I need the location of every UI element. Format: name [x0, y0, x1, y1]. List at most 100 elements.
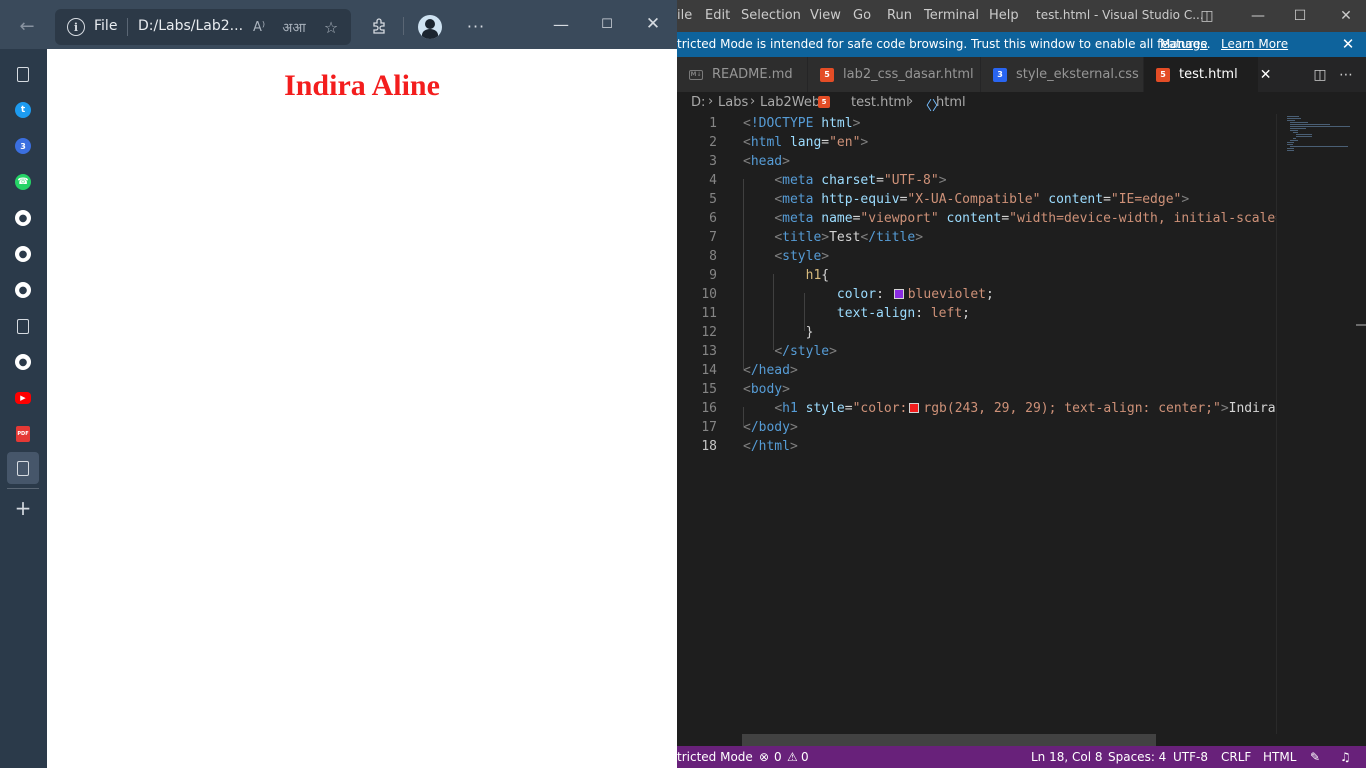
- youtube-icon[interactable]: ▶: [10, 385, 36, 411]
- address-separator: [127, 18, 128, 36]
- menu-file[interactable]: ile: [677, 8, 692, 23]
- tab-actions-icon[interactable]: [10, 61, 36, 87]
- feedback-icon[interactable]: ✎: [1310, 750, 1320, 764]
- minimap[interactable]: [1276, 114, 1356, 734]
- line-number: 5: [709, 192, 717, 207]
- browser-toolbar: ← i File D:/Labs/Lab2... A⁾ अआ ☆ ··· — ☐…: [0, 0, 677, 49]
- token: "viewport": [860, 211, 939, 226]
- minimize-icon[interactable]: —: [548, 12, 574, 36]
- breadcrumb-item[interactable]: html: [936, 95, 966, 110]
- page-viewport: Indira Aline: [47, 49, 677, 768]
- manage-link[interactable]: Manage: [1160, 37, 1208, 51]
- encoding[interactable]: UTF-8: [1173, 750, 1208, 764]
- maximize-icon[interactable]: ☐: [594, 12, 620, 36]
- horizontal-scrollbar-thumb[interactable]: [742, 734, 1156, 746]
- github-icon[interactable]: ●: [10, 205, 36, 231]
- tab-lab2-css-dasar[interactable]: 5 lab2_css_dasar.html: [808, 57, 981, 92]
- menu-run[interactable]: Run: [887, 8, 912, 23]
- code-line: <!DOCTYPE html>: [743, 116, 861, 131]
- close-tab-icon[interactable]: ✕: [1260, 67, 1272, 83]
- vertical-scrollbar[interactable]: [1356, 114, 1366, 734]
- token: left: [930, 306, 963, 321]
- messenger-icon[interactable]: 3: [10, 133, 36, 159]
- code-line: <meta name="viewport" content="width=dev…: [743, 209, 1276, 228]
- menu-edit[interactable]: Edit: [705, 8, 730, 23]
- github-icon[interactable]: ●: [10, 277, 36, 303]
- line-number: 7: [709, 230, 717, 245]
- close-icon[interactable]: ✕: [1334, 5, 1358, 27]
- tab-readme[interactable]: M↓ README.md: [677, 57, 808, 92]
- read-aloud-icon[interactable]: A⁾: [248, 18, 270, 36]
- code-editor[interactable]: 1 2 3 4 5 6 7 8 9 10 11 12 13 14 15 16 1…: [677, 114, 1276, 734]
- token: style: [782, 249, 822, 264]
- add-favorite-icon[interactable]: ☆: [320, 18, 342, 37]
- address-bar[interactable]: i File D:/Labs/Lab2... A⁾ अआ ☆: [55, 9, 351, 45]
- translate-icon[interactable]: अआ: [282, 18, 305, 36]
- restricted-mode-status[interactable]: tricted Mode: [677, 750, 753, 764]
- more-actions-icon[interactable]: ⋯: [1337, 66, 1355, 84]
- line-number: 15: [701, 382, 717, 397]
- notifications-icon[interactable]: ♫: [1340, 750, 1351, 764]
- error-icon[interactable]: ⊗: [759, 750, 769, 764]
- file-icon[interactable]: [10, 313, 36, 339]
- menu-go[interactable]: Go: [853, 8, 871, 23]
- line-ending[interactable]: CRLF: [1221, 750, 1251, 764]
- line-number-current: 18: [701, 439, 717, 454]
- indentation[interactable]: Spaces: 4: [1108, 750, 1166, 764]
- toolbar-separator: [403, 17, 404, 35]
- token: {: [821, 268, 830, 283]
- menu-help[interactable]: Help: [989, 8, 1019, 23]
- minimize-icon[interactable]: —: [1246, 5, 1270, 27]
- vscode-titlebar: ile Edit Selection View Go Run Terminal …: [677, 0, 1366, 32]
- error-count[interactable]: 0: [774, 750, 782, 764]
- menu-terminal[interactable]: Terminal: [924, 8, 979, 23]
- split-editor-icon[interactable]: ◫: [1311, 66, 1329, 84]
- close-icon[interactable]: ✕: [640, 12, 666, 36]
- minimap-line: [1287, 148, 1294, 149]
- menu-view[interactable]: View: [810, 8, 841, 23]
- scrollbar-marker: [1356, 324, 1366, 326]
- profile-avatar[interactable]: [418, 15, 442, 39]
- code-line: <body>: [743, 382, 790, 397]
- warning-count[interactable]: 0: [801, 750, 809, 764]
- learn-more-link[interactable]: Learn More: [1221, 37, 1288, 51]
- pdf-icon[interactable]: PDF: [10, 421, 36, 447]
- twitter-icon[interactable]: t: [10, 97, 36, 123]
- token: charset: [821, 173, 877, 188]
- breadcrumb-item[interactable]: Lab2Web: [760, 95, 820, 110]
- line-number: 1: [709, 116, 717, 131]
- line-number: 8: [709, 249, 717, 264]
- breadcrumb-item[interactable]: Labs: [718, 95, 748, 110]
- minimap-line: [1290, 130, 1298, 131]
- file-icon-active[interactable]: [7, 452, 39, 484]
- add-icon[interactable]: +: [10, 495, 36, 521]
- back-arrow-icon[interactable]: ←: [12, 13, 42, 39]
- extensions-icon[interactable]: [368, 15, 390, 37]
- menu-selection[interactable]: Selection: [741, 8, 801, 23]
- layout-icon[interactable]: ◫: [1195, 5, 1219, 27]
- cursor-position[interactable]: Ln 18, Col 8: [1031, 750, 1103, 764]
- whatsapp-icon[interactable]: ☎: [10, 169, 36, 195]
- warning-icon[interactable]: ⚠: [787, 750, 798, 764]
- line-number: 11: [701, 306, 717, 321]
- github-icon[interactable]: ●: [10, 241, 36, 267]
- maximize-icon[interactable]: ☐: [1288, 5, 1312, 27]
- color-swatch[interactable]: [893, 289, 904, 299]
- tab-test-html[interactable]: 5 test.html ✕: [1144, 57, 1271, 92]
- editor-tabs: M↓ README.md 5 lab2_css_dasar.html 3 sty…: [677, 57, 1366, 92]
- github-icon[interactable]: ●: [10, 349, 36, 375]
- line-number: 14: [701, 363, 717, 378]
- more-options-icon[interactable]: ···: [463, 15, 489, 37]
- info-icon[interactable]: i: [67, 18, 85, 36]
- minimap-line: [1296, 136, 1312, 137]
- language-mode[interactable]: HTML: [1263, 750, 1296, 764]
- tab-style-eksternal[interactable]: 3 style_eksternal.css: [981, 57, 1144, 92]
- breadcrumb-item[interactable]: test.html: [851, 95, 910, 110]
- line-number: 3: [709, 154, 717, 169]
- color-swatch[interactable]: [909, 403, 920, 413]
- close-banner-icon[interactable]: ✕: [1338, 34, 1358, 54]
- token: }: [805, 325, 814, 340]
- url-text[interactable]: D:/Labs/Lab2...: [138, 18, 243, 34]
- breadcrumb-item[interactable]: D:: [691, 95, 705, 110]
- token: !DOCTYPE: [750, 116, 814, 131]
